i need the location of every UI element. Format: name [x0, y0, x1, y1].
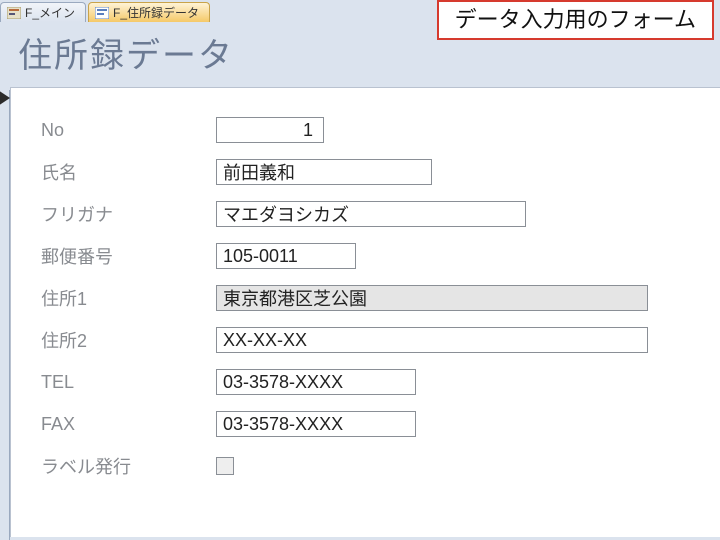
row-postal: 郵便番号 [41, 242, 700, 270]
tab-address-data[interactable]: F_住所録データ [88, 2, 210, 22]
label-name: 氏名 [41, 159, 216, 185]
label-postal: 郵便番号 [41, 243, 216, 269]
label-addr2: 住所2 [41, 327, 216, 353]
input-name[interactable] [216, 159, 432, 185]
row-fax: FAX [41, 410, 700, 438]
label-label-issue: ラベル発行 [41, 453, 216, 479]
tab-address-label: F_住所録データ [113, 4, 199, 21]
row-addr2: 住所2 [41, 326, 700, 354]
label-furigana: フリガナ [41, 201, 216, 227]
row-name: 氏名 [41, 158, 700, 186]
annotation-callout: データ入力用のフォーム [437, 0, 714, 40]
label-fax: FAX [41, 414, 216, 435]
input-postal[interactable] [216, 243, 356, 269]
input-no[interactable] [216, 117, 324, 143]
row-no: No [41, 116, 700, 144]
tab-bar: F_メイン F_住所録データ データ入力用のフォーム [0, 0, 720, 22]
form-body: No 氏名 フリガナ 郵便番号 住所1 住所2 TEL FAX [10, 87, 720, 537]
input-tel[interactable] [216, 369, 416, 395]
form-icon [7, 7, 21, 19]
label-addr1: 住所1 [41, 285, 216, 311]
label-tel: TEL [41, 372, 216, 393]
row-label-issue: ラベル発行 [41, 452, 700, 480]
checkbox-label-issue[interactable] [216, 457, 234, 475]
tab-main[interactable]: F_メイン [0, 2, 86, 22]
row-addr1: 住所1 [41, 284, 700, 312]
record-selector-gutter[interactable] [0, 90, 10, 540]
row-furigana: フリガナ [41, 200, 700, 228]
input-furigana[interactable] [216, 201, 526, 227]
label-no: No [41, 120, 216, 141]
input-fax[interactable] [216, 411, 416, 437]
tab-main-label: F_メイン [25, 4, 75, 21]
current-record-arrow-icon [0, 90, 10, 106]
input-addr1[interactable] [216, 285, 648, 311]
form-icon [95, 7, 109, 19]
input-addr2[interactable] [216, 327, 648, 353]
row-tel: TEL [41, 368, 700, 396]
